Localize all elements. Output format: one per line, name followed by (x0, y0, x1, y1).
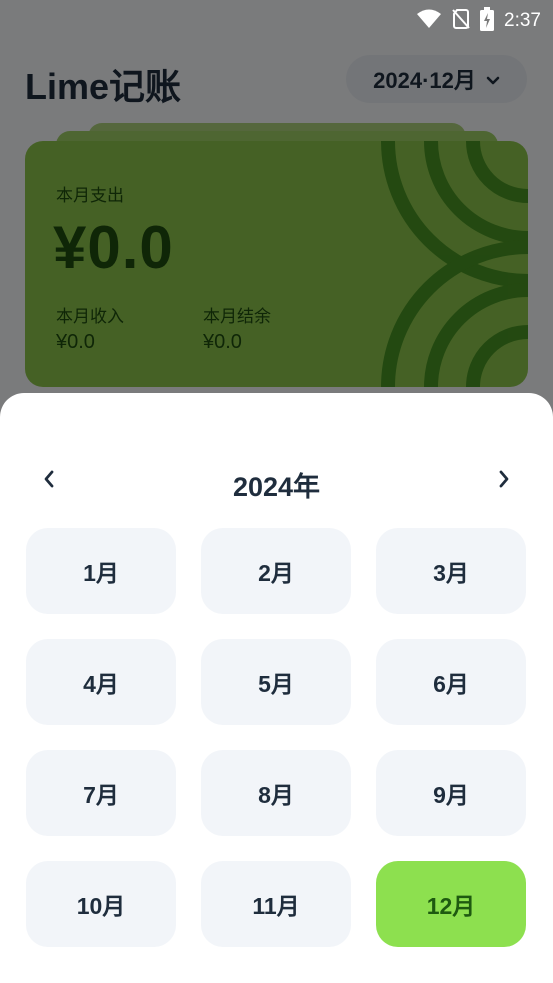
month-button[interactable]: 6月 (376, 639, 526, 725)
battery-icon (480, 7, 495, 35)
month-button-selected[interactable]: 12月 (376, 861, 526, 947)
month-grid: 1月 2月 3月 4月 5月 6月 7月 8月 9月 10月 11月 12月 (26, 528, 527, 947)
month-button[interactable]: 5月 (201, 639, 351, 725)
next-year-button[interactable] (482, 459, 526, 503)
month-button[interactable]: 9月 (376, 750, 526, 836)
month-button[interactable]: 7月 (26, 750, 176, 836)
month-button[interactable]: 10月 (26, 861, 176, 947)
wifi-icon (416, 9, 442, 33)
year-navigator: 2024年 (0, 459, 553, 503)
month-button[interactable]: 3月 (376, 528, 526, 614)
month-button[interactable]: 11月 (201, 861, 351, 947)
status-bar: 2:37 (0, 0, 553, 38)
month-button[interactable]: 4月 (26, 639, 176, 725)
month-button[interactable]: 8月 (201, 750, 351, 836)
year-label: 2024年 (232, 472, 321, 502)
status-time: 2:37 (504, 10, 541, 31)
no-sim-icon (452, 8, 470, 34)
chevron-right-icon (498, 470, 510, 492)
month-button[interactable]: 1月 (26, 528, 176, 614)
month-picker-sheet: 2024年 1月 2月 3月 4月 5月 6月 7月 8月 9月 10月 11月… (0, 393, 553, 983)
month-button[interactable]: 2月 (201, 528, 351, 614)
